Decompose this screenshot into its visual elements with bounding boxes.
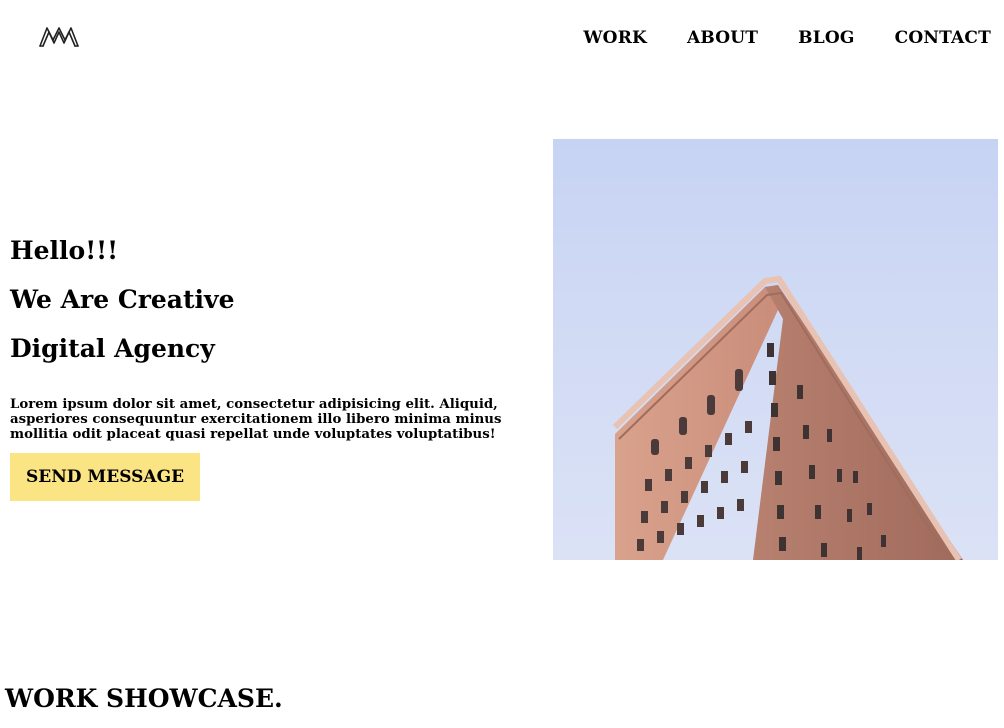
nav-about[interactable]: ABOUT — [687, 28, 758, 48]
work-showcase-title: WORK SHOWCASE. — [5, 684, 283, 713]
hero-heading: Hello!!! We Are Creative Digital Agency — [10, 226, 540, 373]
send-message-button[interactable]: SEND MESSAGE — [10, 453, 201, 501]
hero-heading-line-3: Digital Agency — [10, 334, 215, 363]
hero-image — [553, 139, 998, 560]
hero-heading-line-1: Hello!!! — [10, 236, 119, 265]
logo-icon[interactable] — [37, 22, 81, 50]
nav-contact[interactable]: CONTACT — [895, 28, 991, 48]
nav-blog[interactable]: BLOG — [798, 28, 854, 48]
hero-section: Hello!!! We Are Creative Digital Agency … — [10, 226, 540, 501]
main-nav: WORK ABOUT BLOG CONTACT — [583, 28, 991, 48]
nav-work[interactable]: WORK — [583, 28, 647, 48]
hero-heading-line-2: We Are Creative — [10, 285, 235, 314]
hero-description: Lorem ipsum dolor sit amet, consectetur … — [10, 397, 502, 442]
